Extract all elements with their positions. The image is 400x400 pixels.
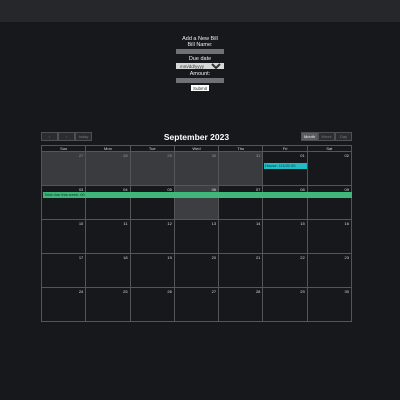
day-number: 12 (167, 221, 172, 226)
day-number: 20 (211, 255, 217, 260)
day-number: 14 (255, 221, 261, 226)
calendar-day-cell[interactable]: 29 (262, 288, 306, 321)
calendar-day-cell[interactable]: 25 (85, 288, 129, 321)
calendar-day-cell[interactable]: 02 (306, 152, 351, 185)
calendar-day-cell[interactable]: 28 (85, 152, 130, 185)
day-number: 21 (255, 255, 261, 260)
calendar-event-weekly-total[interactable]: Total due this week: 00 (43, 192, 352, 198)
calendar-day-cell[interactable]: 29 (129, 152, 174, 185)
calendar-event-house[interactable]: House: 1/1/20.00 (264, 163, 307, 169)
calendar-day-cell[interactable]: 21 (218, 254, 262, 287)
calendar-day-cell[interactable]: 23 (306, 254, 351, 287)
day-number: 01 (300, 153, 305, 158)
calendar-day-cell[interactable]: 15 (262, 220, 306, 253)
calendar-week-row: 03 04 05 06 07 08 09 Total due this week: 00 (42, 185, 352, 219)
weekday-label: Mon (85, 146, 129, 151)
amount-input[interactable] (176, 78, 224, 83)
day-number: 17 (78, 255, 84, 260)
day-number: 28 (255, 289, 261, 294)
calendar-day-cell[interactable]: 30 (173, 152, 219, 185)
weekday-label: Wed (173, 146, 218, 151)
bill-name-label: Bill Name: (187, 42, 213, 48)
calendar-day-cell[interactable]: 16 (306, 220, 351, 253)
calendar-day-cell[interactable]: 17 (42, 254, 85, 287)
day-number: 15 (300, 221, 305, 226)
bill-name-input[interactable] (176, 49, 224, 54)
day-number: 25 (123, 289, 128, 294)
day-view-button[interactable]: Day (335, 132, 352, 141)
calendar-day-cell[interactable]: 27 (173, 288, 218, 321)
calendar-day-cell[interactable]: 27 (42, 152, 86, 185)
day-number: 27 (78, 153, 84, 158)
calendar-day-cell[interactable]: 05 (129, 186, 174, 219)
calendar-day-cell[interactable]: 22 (262, 254, 306, 287)
view-button-group: Month Week Day (301, 132, 352, 141)
calendar-day-cell[interactable]: 14 (218, 220, 262, 253)
day-number: 23 (344, 255, 349, 260)
weeks-container: 27 28 29 30 31 01 02 House: 1/1/20.00 03 04 05 06 07… (41, 151, 352, 322)
day-number: 18 (123, 255, 128, 260)
calendar-day-cell[interactable]: 28 (218, 288, 262, 321)
day-number: 30 (344, 289, 349, 294)
calendar-day-cell[interactable]: 19 (129, 254, 174, 287)
day-number: 10 (78, 221, 84, 226)
weekday-label: Thu (218, 146, 262, 151)
weekday-label: Sun (60, 146, 68, 151)
day-number: 29 (167, 153, 172, 158)
day-number: 30 (211, 153, 217, 158)
calendar-day-cell[interactable]: 10 (42, 220, 85, 253)
day-number: 27 (211, 289, 217, 294)
calendar-day-cell[interactable]: 13 (173, 220, 218, 253)
day-number: 31 (255, 153, 261, 158)
week-view-button[interactable]: Week (318, 132, 335, 141)
calendar-day-cell[interactable]: 31 (218, 152, 263, 185)
calendar-day-cell[interactable]: 20 (173, 254, 218, 287)
day-number: 24 (78, 289, 84, 294)
calendar-week-row: 10 11 12 13 14 15 16 (42, 219, 351, 253)
weekday-label: Sat (306, 146, 351, 151)
submit-button[interactable]: Submit (190, 85, 209, 91)
calendar-day-cell[interactable]: 06 (173, 186, 219, 219)
calendar-day-cell[interactable]: 04 (85, 186, 129, 219)
month-view-button[interactable]: Month (301, 132, 318, 141)
day-number: 02 (344, 153, 349, 158)
day-number: 26 (167, 289, 172, 294)
due-date-input[interactable]: mm/dd/yyyy (176, 63, 224, 69)
day-number: 13 (211, 221, 217, 226)
calendar-day-cell[interactable]: 12 (129, 220, 174, 253)
calendar-day-cell[interactable]: 11 (85, 220, 129, 253)
add-bill-form: Add a New Bill Bill Name: Due date mm/dd… (0, 36, 400, 91)
day-number: 28 (123, 153, 128, 158)
weekday-header: Sun Mon Tue Wed Thu Fri Sat (41, 145, 352, 151)
calendar-day-cell[interactable]: 03 (42, 186, 85, 219)
calendar-week-row: 24 25 26 27 28 29 30 (42, 287, 351, 321)
calendar-day-cell[interactable]: 09 (306, 186, 351, 219)
due-date-label: Due date (188, 56, 212, 62)
calendar-day-cell[interactable]: 18 (85, 254, 129, 287)
day-number: 19 (167, 255, 172, 260)
calendar-grid: Sun Mon Tue Wed Thu Fri Sat 27 28 29 30 31 01… (41, 145, 352, 322)
top-bar (0, 0, 400, 22)
day-number: 22 (300, 255, 305, 260)
calendar-day-cell[interactable]: 07 (218, 186, 262, 219)
calendar-week-row: 17 18 19 20 21 22 23 (42, 253, 351, 287)
day-number: 11 (123, 221, 128, 226)
weekday-label: Tue (129, 146, 174, 151)
day-number: 16 (344, 221, 349, 226)
calendar-toolbar: ‹ › today September 2023 Month Week Day (41, 131, 352, 143)
calendar-day-cell[interactable]: 26 (129, 288, 174, 321)
amount-label: Amount: (189, 71, 211, 77)
weekday-label: Fri (262, 146, 306, 151)
calendar-day-cell[interactable]: 08 (262, 186, 306, 219)
calendar-day-cell[interactable]: 24 (42, 288, 85, 321)
calendar-week-row: 27 28 29 30 31 01 02 House: 1/1/20.00 (42, 152, 351, 185)
calendar-day-cell[interactable]: 30 (306, 288, 351, 321)
day-number: 29 (300, 289, 305, 294)
